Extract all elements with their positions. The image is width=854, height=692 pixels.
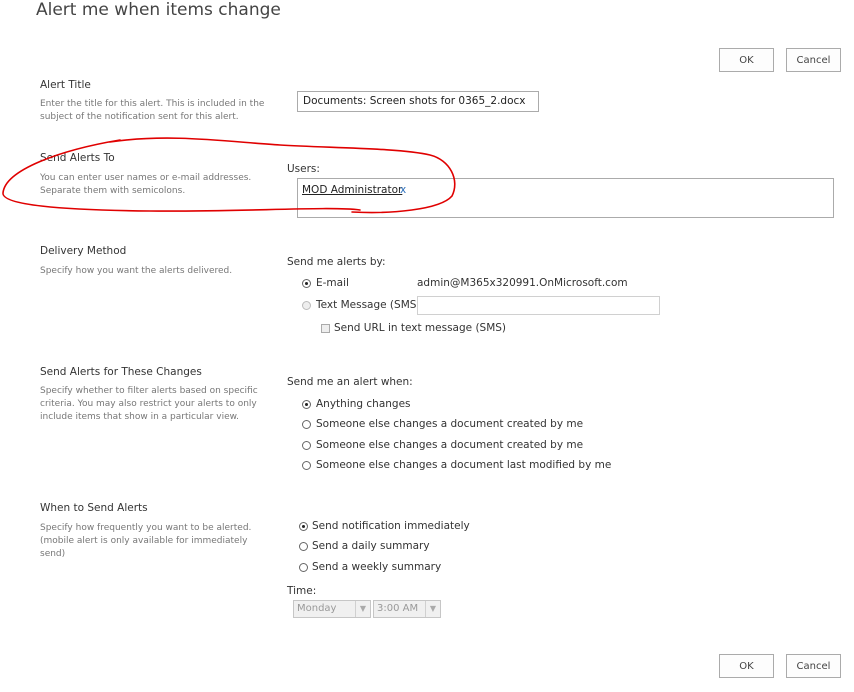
cancel-button-bottom[interactable]: Cancel bbox=[786, 654, 841, 678]
changes-heading: Send Alerts for These Changes bbox=[40, 366, 202, 378]
changes-description: Specify whether to filter alerts based o… bbox=[40, 386, 258, 422]
when-option-label: Send a weekly summary bbox=[312, 561, 442, 573]
ok-button-bottom[interactable]: OK bbox=[719, 654, 774, 678]
delivery-prompt: Send me alerts by: bbox=[287, 256, 386, 268]
when-option-radio[interactable] bbox=[299, 542, 308, 551]
time-label: Time: bbox=[287, 585, 317, 597]
send-url-label: Send URL in text message (SMS) bbox=[334, 322, 507, 334]
change-option-radio[interactable] bbox=[302, 441, 311, 450]
when-option-radio[interactable] bbox=[299, 563, 308, 572]
change-option-label: Someone else changes a document created … bbox=[316, 439, 584, 451]
email-radio[interactable] bbox=[302, 279, 311, 288]
sms-input[interactable] bbox=[417, 296, 660, 315]
when-option-label: Send notification immediately bbox=[312, 520, 470, 532]
when-heading: When to Send Alerts bbox=[40, 502, 148, 514]
chevron-down-icon: ▼ bbox=[355, 601, 370, 617]
when-description: Specify how frequently you want to be al… bbox=[40, 523, 252, 559]
delivery-heading: Delivery Method bbox=[40, 245, 127, 257]
sms-label: Text Message (SMS) bbox=[316, 299, 421, 311]
change-option-radio[interactable] bbox=[302, 461, 311, 470]
when-option-radio[interactable] bbox=[299, 522, 308, 531]
change-option-label: Anything changes bbox=[316, 398, 411, 410]
when-option-label: Send a daily summary bbox=[312, 540, 430, 552]
time-value: 3:00 AM bbox=[377, 603, 419, 614]
annotation-circle bbox=[2, 137, 456, 214]
delivery-description: Specify how you want the alerts delivere… bbox=[40, 266, 233, 276]
change-option-radio[interactable] bbox=[302, 420, 311, 429]
day-select[interactable]: Monday ▼ bbox=[293, 600, 371, 618]
sms-radio[interactable] bbox=[302, 301, 311, 310]
changes-prompt: Send me an alert when: bbox=[287, 376, 413, 388]
email-address: admin@M365x320991.OnMicrosoft.com bbox=[417, 277, 628, 289]
email-label: E-mail bbox=[316, 277, 349, 289]
day-value: Monday bbox=[297, 603, 337, 614]
change-option-label: Someone else changes a document created … bbox=[316, 418, 584, 430]
chevron-down-icon: ▼ bbox=[425, 601, 440, 617]
time-select[interactable]: 3:00 AM ▼ bbox=[373, 600, 441, 618]
send-url-checkbox[interactable] bbox=[321, 324, 330, 333]
change-option-label: Someone else changes a document last mod… bbox=[316, 459, 612, 471]
change-option-radio[interactable] bbox=[302, 400, 311, 409]
